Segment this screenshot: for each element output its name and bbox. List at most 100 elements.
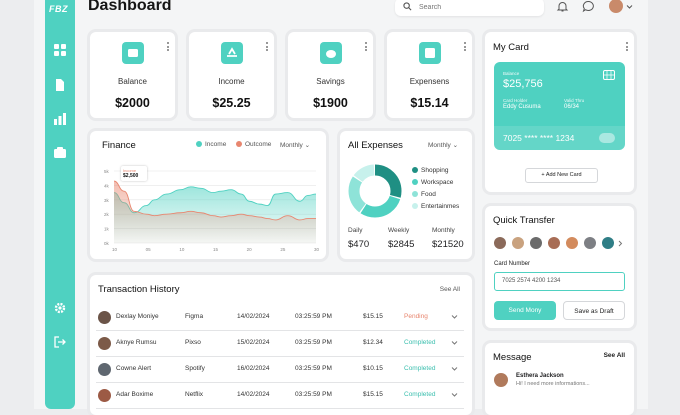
stat-label: Income: [218, 77, 245, 86]
contact-avatar[interactable]: [584, 237, 596, 249]
y-tick-label: 1k: [104, 227, 110, 232]
table-row[interactable]: Aknye Rumsu Pixso 15/02/2024 03:25:59 PM $12…: [96, 331, 464, 357]
y-tick-label: 2k: [104, 212, 110, 217]
bar-chart-icon[interactable]: [54, 113, 66, 125]
y-tick-label: 3k: [104, 198, 110, 203]
expenses-legend: Shopping Workspace Food Entertainmes: [412, 165, 459, 213]
logout-icon[interactable]: [54, 336, 66, 348]
chevron-right-icon[interactable]: [618, 240, 623, 247]
more-options-icon[interactable]: [167, 42, 170, 53]
row-date: 15/02/2024: [237, 339, 270, 346]
legend-food: Food: [412, 189, 459, 201]
credit-card[interactable]: Balance $25,756 Card Holder Eddy Cusuma …: [494, 62, 625, 150]
sender-avatar: [494, 373, 508, 387]
message-panel: Message See All Esthera Jackson Hi! I ne…: [485, 343, 634, 415]
row-amount: $15.15: [363, 313, 383, 320]
income-icon: [221, 42, 243, 64]
my-card-panel: My Card Balance $25,756 Card Holder Eddy…: [485, 32, 634, 192]
stat-card-balance[interactable]: Balance $2000: [90, 32, 175, 118]
row-avatar: [98, 363, 111, 376]
quick-transfer-panel: Quick Transfer Card Number 7025 2574 420…: [485, 206, 634, 328]
table-row[interactable]: Adar Boxime Netflix 14/02/2024 03:25:59 PM $…: [96, 383, 464, 409]
chevron-down-icon[interactable]: [626, 3, 633, 10]
card-valid-thru: 06/34: [564, 104, 580, 110]
x-tick-label: 20: [247, 247, 253, 252]
row-time: 03:25:59 PM: [295, 313, 332, 320]
balance-label: Balance: [503, 71, 520, 76]
table-row[interactable]: Dexlay Moniye Figma 14/02/2024 03:25:59 PM $…: [96, 305, 464, 331]
finance-chart: 5k4k3k2k1k0k10 05 10 15 20 25 30: [104, 169, 320, 252]
more-options-icon[interactable]: [266, 42, 269, 53]
row-avatar: [98, 337, 111, 350]
valid-label: Valid Thru: [564, 98, 585, 103]
grid-icon[interactable]: [54, 44, 66, 56]
message-title: Message: [493, 352, 532, 363]
card-number-input[interactable]: 7025 2574 4200 1234: [494, 272, 625, 291]
expenses-period-dropdown[interactable]: Monthly ⌄: [428, 141, 458, 149]
chart-tooltip: Income $2,500: [121, 166, 147, 181]
search-bar[interactable]: [395, 0, 544, 16]
row-avatar: [98, 389, 111, 402]
piggy-bank-icon: [320, 42, 342, 64]
x-tick-label: 15: [213, 247, 219, 252]
contact-avatar[interactable]: [548, 237, 560, 249]
tooltip-value: $2,500: [123, 173, 139, 179]
contact-avatar[interactable]: [602, 237, 614, 249]
stat-card-income[interactable]: Income $25.25: [189, 32, 274, 118]
contact-avatar[interactable]: [512, 237, 524, 249]
x-tick-label: 10: [179, 247, 185, 252]
stat-label: Expensens: [409, 77, 450, 86]
stat-label: Savings: [316, 77, 345, 86]
message-preview[interactable]: Hi! I need more informations...: [516, 381, 590, 387]
my-card-title: My Card: [493, 42, 529, 53]
search-icon: [403, 2, 412, 11]
save-draft-button[interactable]: Save as Draft: [563, 301, 625, 320]
row-time: 03:25:59 PM: [295, 391, 332, 398]
more-options-icon[interactable]: [626, 42, 629, 53]
messages-see-all-link[interactable]: See All: [604, 352, 625, 359]
card-balance: $25,756: [503, 78, 543, 90]
search-input[interactable]: [419, 1, 529, 13]
settings-gear-icon[interactable]: [54, 302, 66, 314]
wallet-icon[interactable]: [54, 147, 66, 159]
stat-value: $2000: [115, 96, 150, 110]
bell-icon[interactable]: [556, 0, 569, 13]
send-money-button[interactable]: Send Mony: [494, 301, 556, 320]
add-new-card-button[interactable]: + Add New Card: [525, 168, 598, 183]
contact-avatar[interactable]: [530, 237, 542, 249]
contact-avatar[interactable]: [494, 237, 506, 249]
stat-label: Balance: [118, 77, 147, 86]
chat-icon[interactable]: [582, 0, 595, 13]
document-icon[interactable]: [54, 79, 66, 91]
table-row[interactable]: Cowne Alert Spotify 16/02/2024 03:25:59 PM $…: [96, 357, 464, 383]
contact-avatar[interactable]: [566, 237, 578, 249]
page-title: Dashboard: [88, 0, 172, 14]
stat-value: $15.14: [410, 96, 449, 110]
row-name: Dexlay Moniye: [116, 313, 159, 320]
row-app: Netflix: [185, 391, 204, 398]
legend-workspace: Workspace: [412, 177, 459, 189]
y-tick-label: 0k: [104, 241, 110, 246]
chevron-down-icon[interactable]: [451, 313, 458, 320]
row-name: Aknye Rumsu: [116, 339, 157, 346]
row-date: 14/02/2024: [237, 313, 270, 320]
sender-name[interactable]: Esthera Jackson: [516, 373, 564, 379]
finance-card: Finance Income Outcome Monthly ⌄ 5k 4k 3k 2…: [90, 131, 326, 259]
user-avatar[interactable]: [609, 0, 623, 13]
row-amount: $10.15: [363, 365, 383, 372]
stat-card-savings[interactable]: Savings $1900: [288, 32, 373, 118]
summary-weekly-label: Weekly: [388, 227, 410, 234]
more-options-icon[interactable]: [464, 42, 467, 53]
row-app: Pixso: [185, 339, 201, 346]
chevron-down-icon[interactable]: [451, 339, 458, 346]
x-tick-label: 25: [280, 247, 286, 252]
more-options-icon[interactable]: [365, 42, 368, 53]
card-brand-icon: [599, 133, 615, 143]
summary-daily-label: Daily: [348, 227, 363, 234]
row-amount: $15.15: [363, 391, 383, 398]
x-tick-label: 10: [112, 247, 118, 252]
transactions-see-all-link[interactable]: See All: [440, 286, 460, 293]
chevron-down-icon[interactable]: [451, 391, 458, 398]
stat-card-expenses[interactable]: Expensens $15.14: [387, 32, 472, 118]
chevron-down-icon[interactable]: [451, 365, 458, 372]
